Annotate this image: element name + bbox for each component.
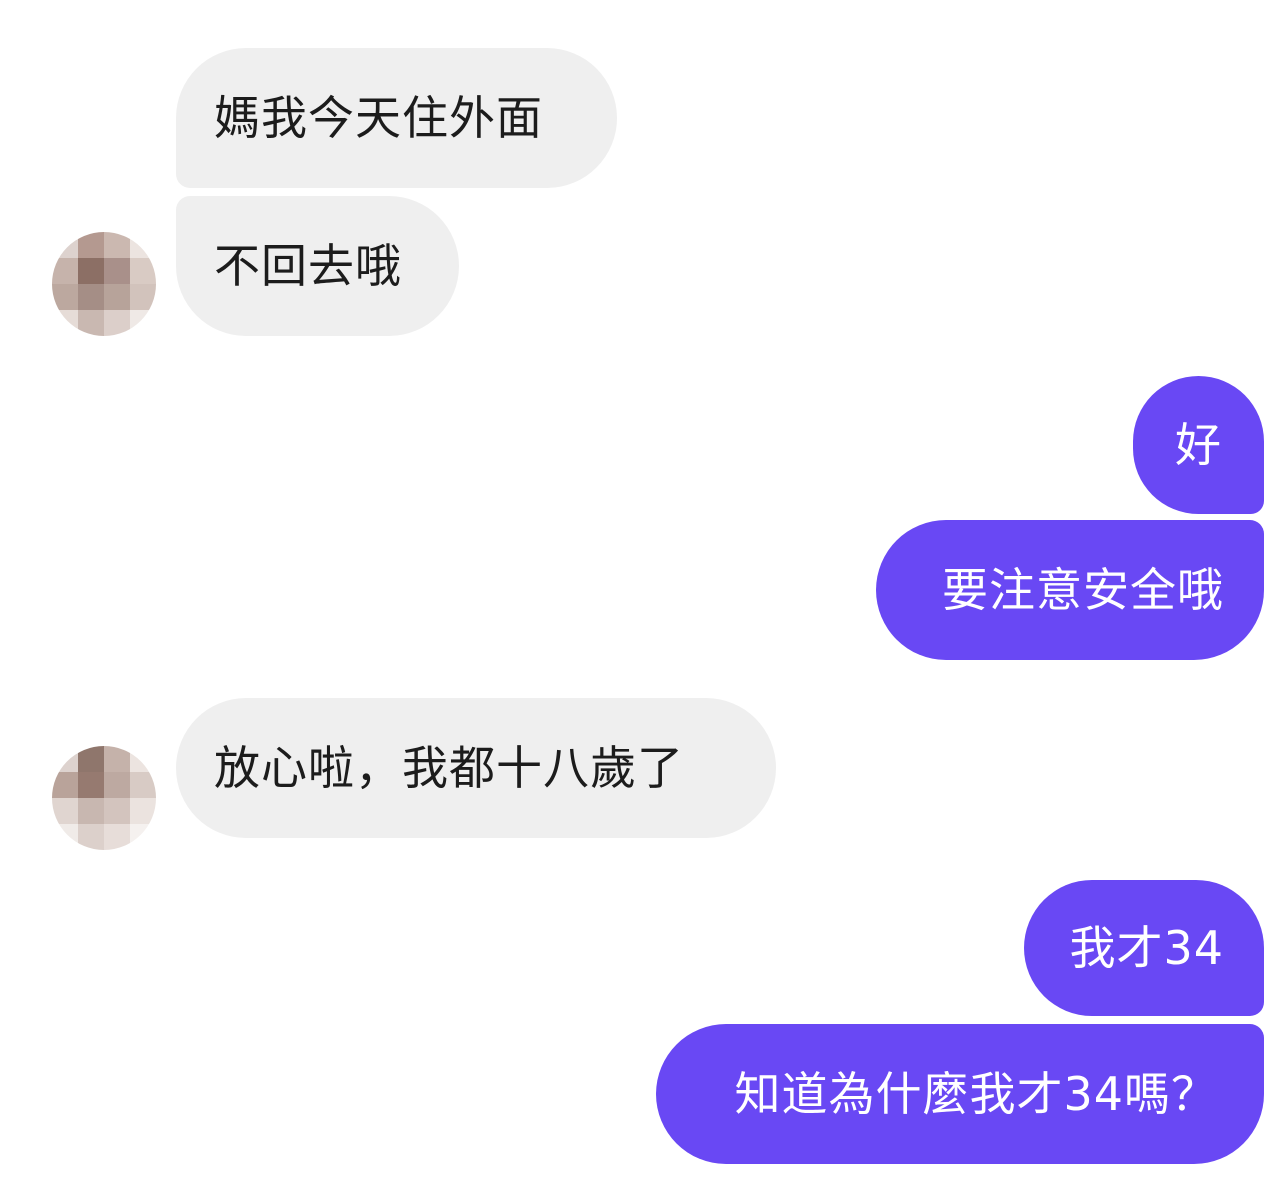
message-text: 好 xyxy=(1175,418,1222,472)
chat-screen: @加藤軍 @加藤軍 媽我今天住外面 不回去哦 好 要注意安全哦 放心啦，我都十八… xyxy=(0,0,1280,1189)
contact-avatar-icon[interactable] xyxy=(52,232,156,336)
message-text: 要注意安全哦 xyxy=(942,563,1224,617)
incoming-message[interactable]: 媽我今天住外面 xyxy=(176,48,617,188)
outgoing-message[interactable]: 好 xyxy=(1133,376,1264,514)
contact-avatar-icon[interactable] xyxy=(52,746,156,850)
message-text: 我才34 xyxy=(1069,921,1224,975)
outgoing-message[interactable]: 我才34 xyxy=(1024,880,1264,1016)
message-text: 不回去哦 xyxy=(214,239,402,293)
incoming-message[interactable]: 放心啦，我都十八歲了 xyxy=(176,698,776,838)
message-text: 知道為什麼我才34嗎？ xyxy=(734,1067,1218,1121)
outgoing-message[interactable]: 要注意安全哦 xyxy=(876,520,1264,660)
message-text: 媽我今天住外面 xyxy=(214,91,543,145)
outgoing-message[interactable]: 知道為什麼我才34嗎？ xyxy=(656,1024,1264,1164)
incoming-message[interactable]: 不回去哦 xyxy=(176,196,459,336)
message-text: 放心啦，我都十八歲了 xyxy=(214,741,684,795)
